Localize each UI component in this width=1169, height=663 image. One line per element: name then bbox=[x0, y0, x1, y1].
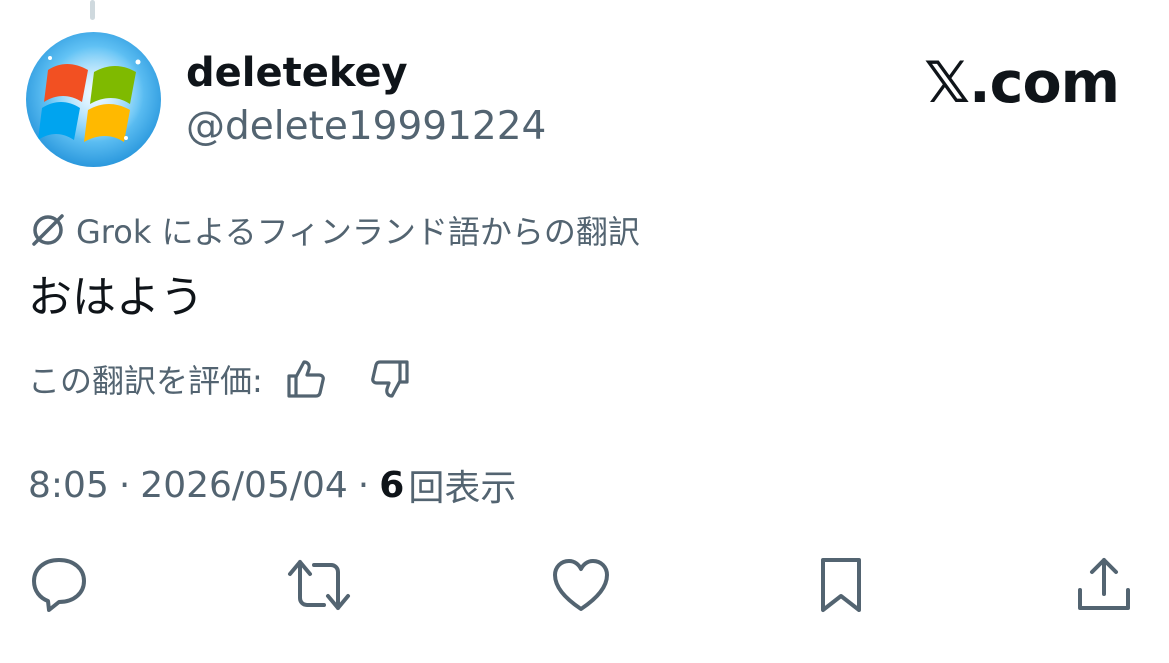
tweet-time[interactable]: 8:05 bbox=[28, 465, 109, 506]
thumbs-down-icon bbox=[370, 360, 409, 398]
author-display-name[interactable]: deletekey bbox=[186, 48, 408, 98]
heart-icon bbox=[553, 559, 609, 611]
meta-separator: · bbox=[118, 464, 131, 506]
thumbs-up-button[interactable] bbox=[283, 356, 329, 402]
like-button[interactable] bbox=[546, 550, 616, 620]
grok-icon bbox=[32, 214, 64, 246]
share-icon bbox=[1078, 558, 1130, 610]
translation-label: Grok によるフィンランド語からの翻訳 bbox=[76, 213, 640, 251]
bookmark-button[interactable] bbox=[806, 550, 876, 620]
tweet-actions bbox=[0, 550, 1169, 620]
share-button[interactable] bbox=[1069, 550, 1139, 620]
retweet-icon bbox=[288, 560, 350, 610]
retweet-button[interactable] bbox=[284, 550, 354, 620]
thread-connector-line bbox=[90, 0, 95, 20]
reply-button[interactable] bbox=[24, 550, 94, 620]
views-count: 6 bbox=[379, 464, 405, 506]
tweet-text: おはよう bbox=[28, 272, 204, 323]
translation-source[interactable]: Grok によるフィンランド語からの翻訳 bbox=[28, 205, 640, 255]
reply-icon bbox=[32, 558, 86, 612]
meta-separator: · bbox=[357, 464, 370, 506]
rating-label: この翻訳を評価: bbox=[28, 362, 263, 400]
thumbs-up-icon bbox=[287, 360, 325, 398]
brand-logo: 𝕏.com bbox=[924, 50, 1120, 116]
views-label: 回表示 bbox=[408, 468, 517, 509]
translation-rating: この翻訳を評価: bbox=[28, 352, 413, 406]
author-handle[interactable]: @delete19991224 bbox=[186, 102, 546, 152]
thumbs-down-button[interactable] bbox=[367, 356, 413, 402]
tweet-meta: 8:05 · 2026/05/04 · 6 回表示 bbox=[28, 458, 516, 512]
bookmark-icon bbox=[821, 558, 861, 612]
windows-logo-icon bbox=[38, 46, 144, 142]
tweet-date[interactable]: 2026/05/04 bbox=[140, 465, 348, 506]
avatar[interactable] bbox=[26, 32, 161, 167]
